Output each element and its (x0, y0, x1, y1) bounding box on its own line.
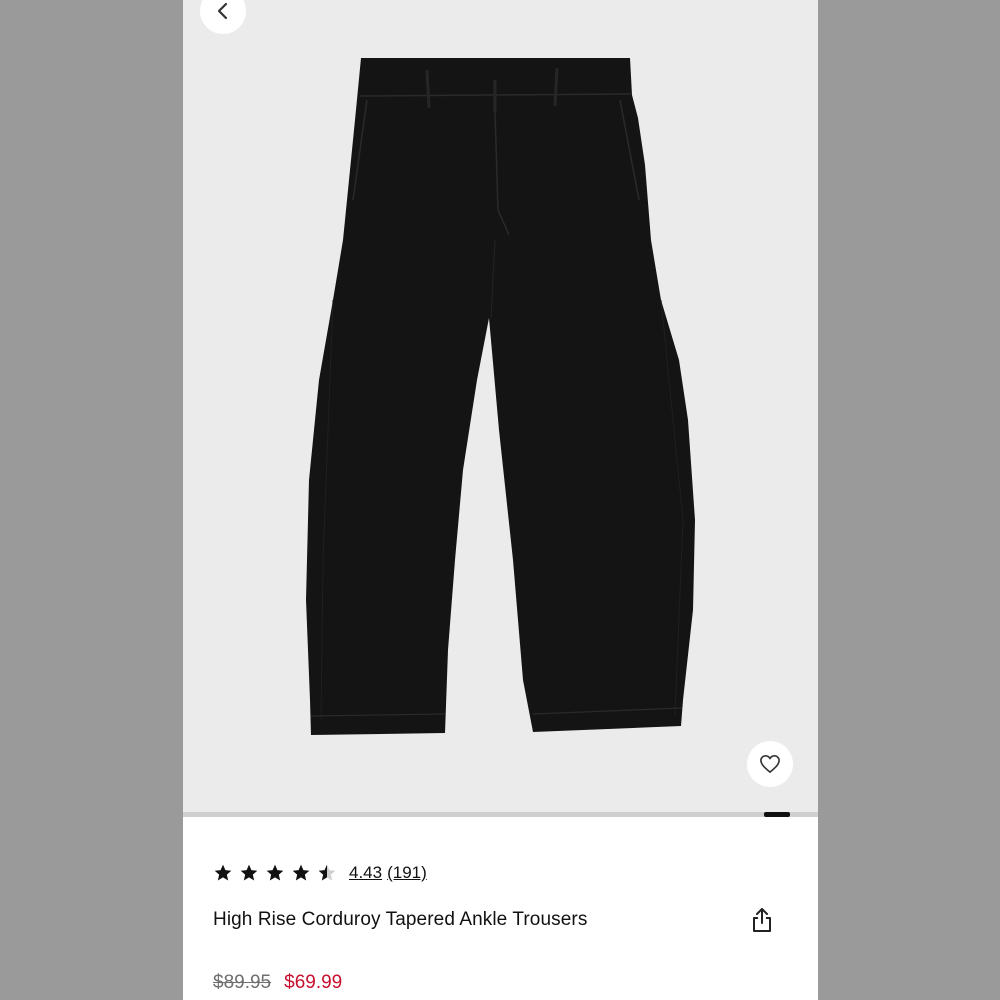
product-image[interactable] (183, 0, 818, 812)
title-row: High Rise Corduroy Tapered Ankle Trouser… (213, 905, 788, 935)
favorite-button[interactable] (747, 741, 793, 787)
reviews-link[interactable]: 4.43 (191) (349, 863, 427, 883)
share-button[interactable] (748, 905, 776, 935)
star-rating (213, 863, 337, 883)
heart-icon (760, 755, 780, 773)
sale-price: $69.99 (284, 972, 343, 993)
review-count: (191) (387, 863, 427, 882)
star-half-icon (318, 864, 336, 881)
share-icon (753, 908, 771, 932)
original-price: $89.95 (213, 972, 272, 993)
image-carousel-progress (183, 812, 818, 817)
product-title: High Rise Corduroy Tapered Ankle Trouser… (213, 909, 588, 930)
carousel-progress-indicator (764, 812, 790, 817)
star-full-icon (292, 864, 310, 881)
star-full-icon (214, 864, 232, 881)
rating-value: 4.43 (349, 863, 383, 882)
rating-row: 4.43 (191) (213, 860, 427, 886)
star-full-icon (266, 864, 284, 881)
star-full-icon (240, 864, 258, 881)
chevron-left-icon (217, 2, 228, 20)
product-screen: 4.43 (191) High Rise Corduroy Tapered Ank… (183, 0, 818, 1000)
price-row: $89.95 $69.99 (213, 972, 342, 994)
trousers-image (306, 58, 695, 735)
